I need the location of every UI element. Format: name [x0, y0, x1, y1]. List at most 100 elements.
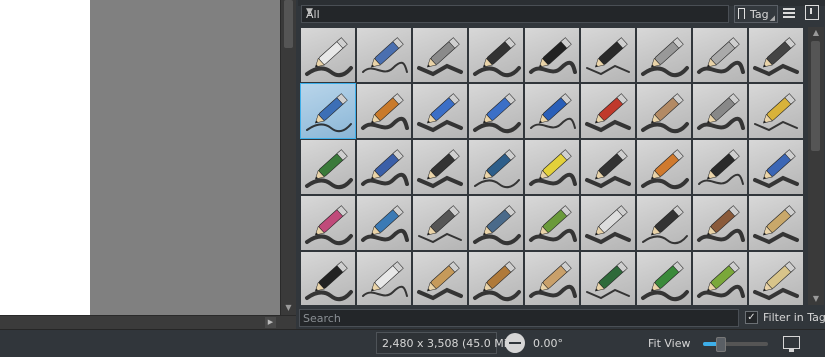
brush-preset-round-brush[interactable]	[413, 252, 467, 305]
brush-preset-sponge-brush[interactable]	[749, 252, 803, 305]
brush-preset-airbrush[interactable]	[469, 28, 523, 82]
brush-preset-round-brush-3[interactable]	[637, 252, 691, 305]
brush-preset-green-brush[interactable]	[301, 140, 355, 194]
brush-preset-paint-roller[interactable]	[357, 252, 411, 305]
brush-preset-yellow-marker[interactable]	[525, 140, 579, 194]
brush-preset-blue-pencil-2[interactable]	[469, 84, 523, 138]
tag-button[interactable]: Tag ◢	[734, 5, 778, 23]
brush-preset-fountain-pen-3[interactable]	[413, 140, 467, 194]
brush-thumbnail-icon	[641, 93, 689, 134]
brush-preset-blue-marker[interactable]	[749, 140, 803, 194]
brush-thumbnail-icon	[361, 205, 409, 242]
brush-preset-eraser[interactable]	[301, 28, 355, 82]
brush-thumbnail-icon	[474, 149, 520, 189]
brush-preset-gray-pencil[interactable]	[693, 84, 747, 138]
brush-preset-eraser-soft[interactable]	[413, 28, 467, 82]
brush-preset-black-brush[interactable]	[693, 140, 747, 194]
brush-preset-green-brush-2[interactable]	[525, 196, 579, 250]
canvas-only-icon[interactable]	[783, 336, 800, 352]
brush-preset-blue-pencil-3[interactable]	[525, 84, 579, 138]
document-size-button[interactable]: 2,480 x 3,508 (45.0 MiB)	[376, 332, 519, 354]
canvas-vertical-scrollbar[interactable]: ▼	[280, 0, 296, 315]
preset-grid-scrollbar[interactable]: ▲ ▼	[808, 27, 824, 305]
brush-thumbnail-icon	[473, 261, 521, 302]
brush-thumbnail-icon	[473, 37, 521, 78]
brush-thumbnail-icon	[305, 149, 353, 190]
brush-preset-yellow-pencil[interactable]	[749, 84, 803, 138]
brush-preset-fountain-pen-2[interactable]	[357, 140, 411, 194]
brush-preset-flat-brush[interactable]	[581, 196, 635, 250]
brush-preset-pencil-gray-2[interactable]	[693, 28, 747, 82]
brush-thumbnail-icon	[530, 93, 576, 129]
brush-preset-pencil-gray[interactable]	[637, 28, 691, 82]
brush-thumbnail-icon	[306, 93, 352, 133]
brush-preset-blue-pencil[interactable]	[413, 84, 467, 138]
list-view-icon[interactable]	[782, 6, 796, 20]
rotation-icon[interactable]	[505, 333, 525, 353]
brush-thumbnail-icon	[753, 149, 799, 189]
zoom-slider-handle[interactable]	[715, 337, 726, 352]
brush-thumbnail-icon	[529, 205, 577, 242]
brush-preset-pink-brush[interactable]	[301, 196, 355, 250]
brush-preset-dark-brush[interactable]	[637, 196, 691, 250]
brush-preset-black-marker[interactable]	[301, 252, 355, 305]
preset-search-field[interactable]	[299, 309, 739, 327]
search-input[interactable]	[300, 310, 738, 326]
brush-preset-pencil-dark[interactable]	[749, 28, 803, 82]
filter-in-tag-checkbox[interactable]: ✓	[745, 311, 758, 324]
brush-preset-gray-marker-2[interactable]	[469, 196, 523, 250]
brush-preset-orange-brush[interactable]	[637, 140, 691, 194]
brush-thumbnail-icon	[586, 37, 630, 76]
brush-preset-blue-marker-2[interactable]	[357, 196, 411, 250]
brush-preset-fineliner[interactable]	[469, 140, 523, 194]
zoom-mode-label[interactable]: Fit View	[648, 337, 691, 350]
brush-thumbnail-icon	[529, 261, 577, 298]
brush-preset-grid	[300, 27, 805, 305]
brush-preset-fan-brush-2[interactable]	[469, 252, 523, 305]
brush-preset-fountain-pen[interactable]	[357, 84, 411, 138]
scroll-up-icon[interactable]: ▲	[808, 27, 824, 39]
brush-preset-fill-pen[interactable]	[357, 28, 411, 82]
bookmark-icon	[738, 8, 745, 22]
brush-thumbnail-icon	[417, 93, 463, 133]
brush-thumbnail-icon	[305, 37, 353, 78]
canvas-page[interactable]	[0, 0, 90, 315]
tag-button-label: Tag	[750, 8, 769, 21]
brush-thumbnail-icon	[361, 149, 409, 186]
brush-preset-ink-pen-dark[interactable]	[581, 28, 635, 82]
brush-preset-green-pencil[interactable]	[693, 252, 747, 305]
brush-thumbnail-icon	[698, 149, 744, 185]
brush-thumbnail-icon	[697, 37, 745, 74]
scroll-down-icon[interactable]: ▼	[281, 303, 296, 313]
brush-thumbnail-icon	[697, 93, 745, 130]
scrollbar-thumb[interactable]	[284, 0, 293, 48]
brush-thumbnail-icon	[642, 205, 688, 245]
scroll-right-icon[interactable]: ▶	[265, 317, 276, 328]
brush-preset-calligraphy-pen[interactable]	[581, 140, 635, 194]
filter-in-tag-label: Filter in Tag	[763, 311, 825, 324]
chevron-down-icon: ▼	[306, 7, 313, 17]
dropdown-arrow-icon: ◢	[769, 14, 775, 22]
brush-preset-blue-pencil-selected[interactable]	[300, 83, 356, 139]
brush-thumbnail-icon	[641, 261, 689, 302]
brush-preset-ink-pen[interactable]	[525, 28, 579, 82]
brush-thumbnail-icon	[585, 205, 631, 245]
brush-thumbnail-icon	[361, 93, 409, 130]
brush-thumbnail-icon	[473, 93, 521, 134]
brush-preset-bristle-brush[interactable]	[525, 252, 579, 305]
brush-preset-brown-pencil[interactable]	[637, 84, 691, 138]
brush-thumbnail-icon	[641, 37, 689, 78]
brush-preset-gray-marker[interactable]	[413, 196, 467, 250]
scroll-down-icon[interactable]: ▼	[808, 293, 824, 305]
brush-preset-red-pen[interactable]	[581, 84, 635, 138]
scrollbar-thumb[interactable]	[811, 41, 820, 151]
import-export-icon[interactable]	[805, 5, 819, 20]
brush-preset-round-brush-2[interactable]	[581, 252, 635, 305]
brush-preset-fan-brush[interactable]	[693, 196, 747, 250]
brush-thumbnail-icon	[305, 261, 353, 302]
canvas-horizontal-scrollbar[interactable]: ▶	[0, 315, 296, 329]
brush-thumbnail-icon	[362, 261, 408, 297]
brush-preset-dry-brush[interactable]	[749, 196, 803, 250]
tag-filter-combo[interactable]: All ▼	[301, 5, 729, 23]
zoom-slider[interactable]	[703, 337, 768, 352]
